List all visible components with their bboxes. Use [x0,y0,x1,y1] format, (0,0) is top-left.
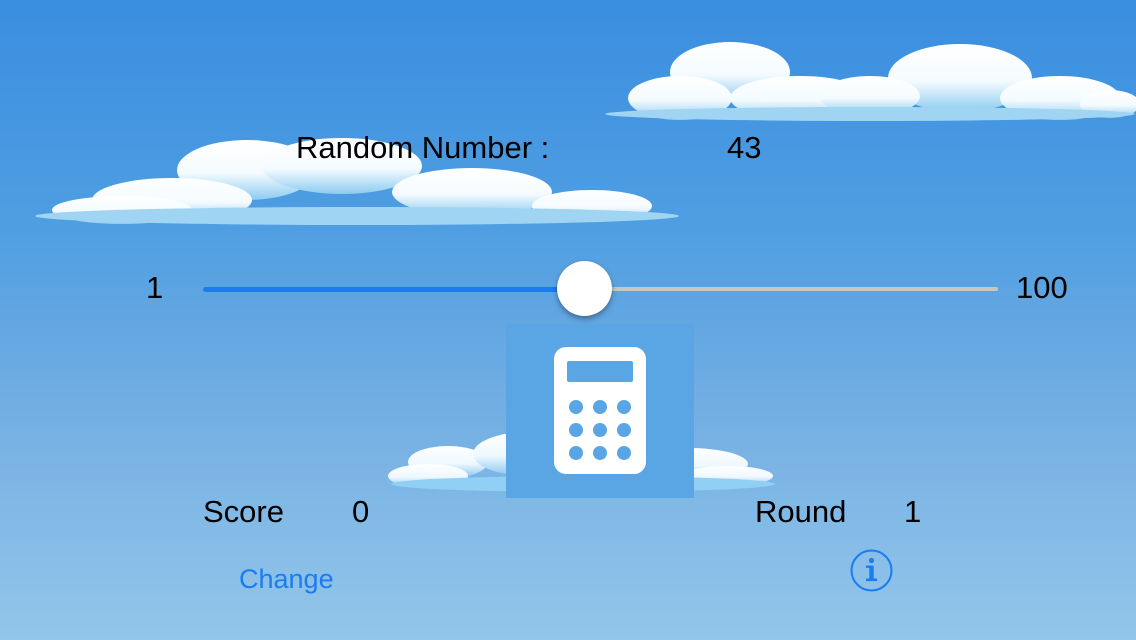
info-button[interactable] [850,549,893,592]
score-label: Score [203,494,284,529]
calculator-icon [554,347,646,474]
round-label: Round [755,494,847,529]
slider-min-label: 1 [146,270,164,305]
score-value: 0 [352,494,370,529]
cloud-top-right [605,42,1136,121]
info-icon [850,549,893,592]
round-value: 1 [904,494,922,529]
slider-min-track[interactable] [203,287,585,292]
hit-me-button[interactable] [506,324,694,498]
target-label: Random Number : [296,130,550,165]
slider-max-label: 100 [1016,270,1068,305]
change-button[interactable]: Change [239,563,334,595]
slider-max-track[interactable] [584,287,998,291]
slider-thumb[interactable] [557,261,613,316]
target-value: 43 [727,130,762,165]
